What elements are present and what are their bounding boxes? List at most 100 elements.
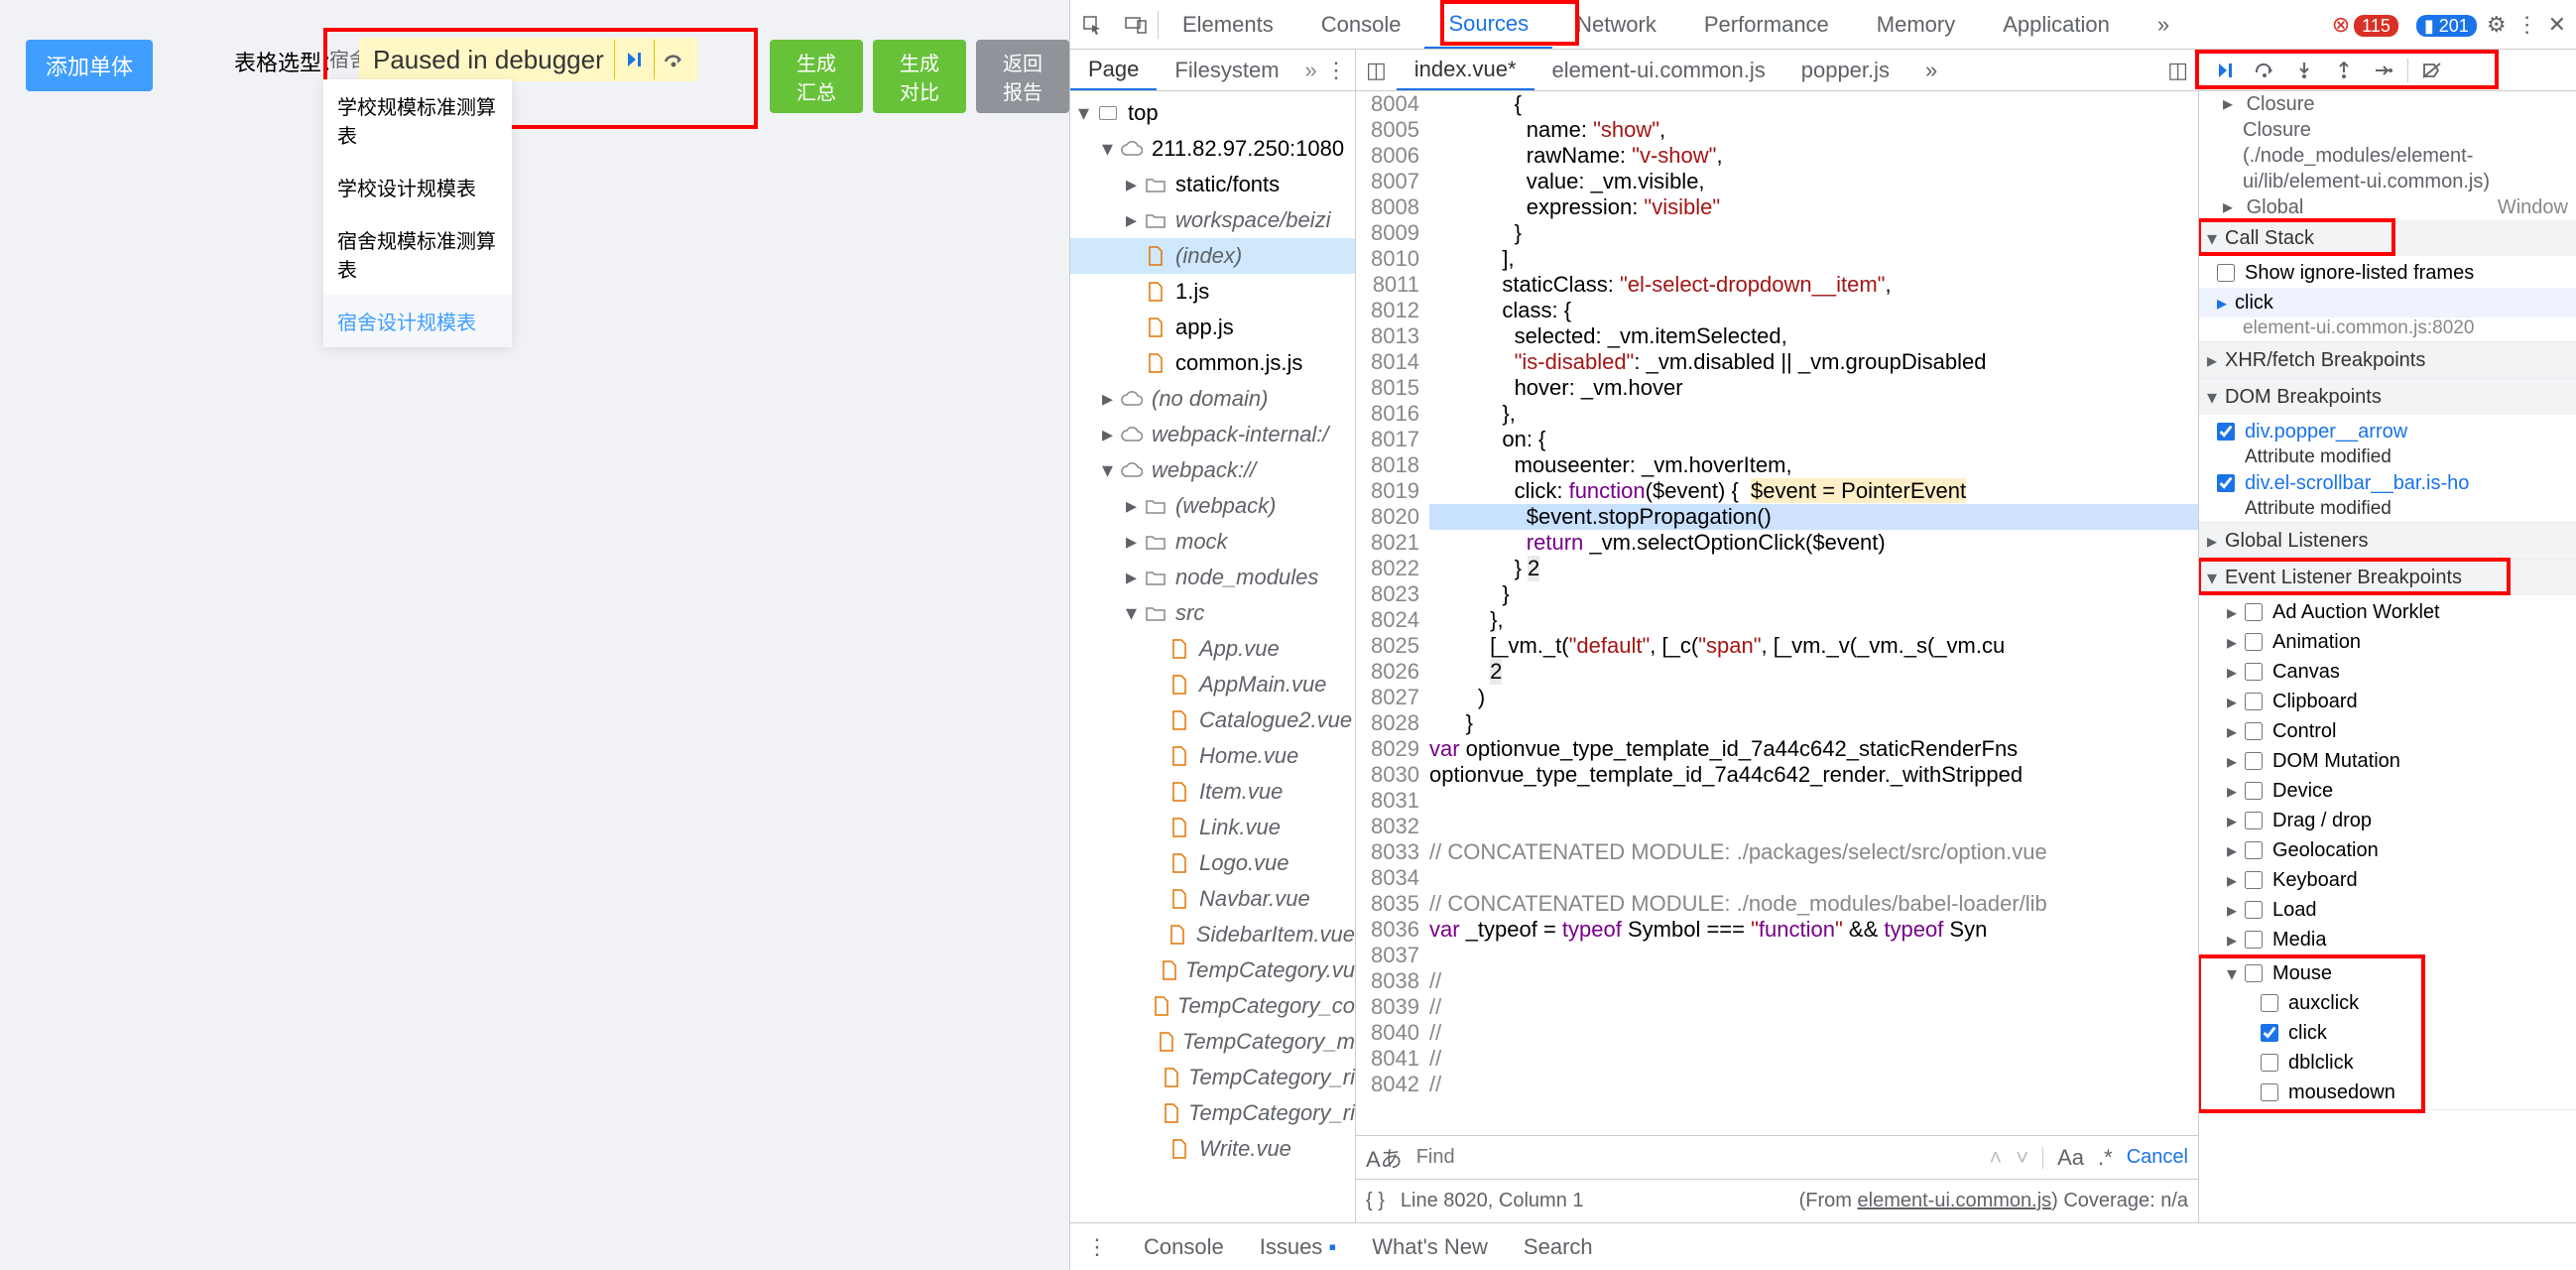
regex-toggle[interactable]: .* [2098, 1145, 2113, 1171]
mouse-event-item[interactable]: auxclick [2199, 988, 2576, 1018]
tree-item[interactable]: TempCategory_ri [1070, 1095, 1355, 1131]
dropdown-item-active[interactable]: 宿舍设计规模表 [323, 295, 512, 347]
callstack-frame[interactable]: ▸click [2199, 288, 2576, 318]
close-icon[interactable]: ✕ [2548, 12, 2566, 38]
drawer-console[interactable]: Console [1144, 1234, 1224, 1260]
mouse-cat-checkbox[interactable] [2245, 964, 2263, 982]
tree-item[interactable]: ▸(no domain) [1070, 381, 1355, 417]
resume-icon[interactable] [614, 40, 654, 79]
xhr-bp-header[interactable]: ▸XHR/fetch Breakpoints [2199, 342, 2576, 378]
mouse-event-item[interactable]: click [2199, 1018, 2576, 1048]
tree-item[interactable]: TempCategory_ri [1070, 1060, 1355, 1095]
tabs-more[interactable]: » [2134, 0, 2193, 49]
tree-item[interactable]: ▾src [1070, 595, 1355, 631]
info-badge[interactable]: ▮ 201 [2408, 12, 2477, 38]
tree-item[interactable]: Link.vue [1070, 810, 1355, 845]
dropdown-item[interactable]: 宿舍规模标准测算表 [323, 213, 512, 295]
tree-item[interactable]: ▸workspace/beizi [1070, 202, 1355, 238]
toggle-debug-icon[interactable]: ◫ [2157, 58, 2198, 83]
elb-category[interactable]: ▸Canvas [2199, 657, 2576, 687]
drawer-kebab-icon[interactable]: ⋮ [1086, 1234, 1108, 1260]
device-icon[interactable] [1114, 16, 1158, 34]
tree-item[interactable]: App.vue [1070, 631, 1355, 667]
nav-tab-page[interactable]: Page [1070, 50, 1157, 90]
elb-category[interactable]: ▸Keyboard [2199, 865, 2576, 895]
tree-item[interactable]: Logo.vue [1070, 845, 1355, 881]
tab-sources[interactable]: Sources [1424, 0, 1552, 49]
drawer-search[interactable]: Search [1524, 1234, 1593, 1260]
toggle-nav-icon[interactable]: ◫ [1356, 58, 1397, 83]
gen-compare-button[interactable]: 生成对比 [873, 40, 966, 113]
find-input[interactable] [1416, 1146, 1976, 1169]
gen-summary-button[interactable]: 生成汇总 [770, 40, 863, 113]
tree-item[interactable]: TempCategory.vu [1070, 952, 1355, 988]
gear-icon[interactable]: ⚙ [2487, 12, 2507, 38]
dom-bp-item[interactable]: div.popper__arrow [2199, 417, 2576, 446]
kebab-icon[interactable]: ⋮ [2516, 12, 2538, 38]
step-over-icon[interactable] [2245, 53, 2284, 88]
step-into-icon[interactable] [2284, 53, 2324, 88]
elb-category[interactable]: ▸DOM Mutation [2199, 746, 2576, 776]
elb-category[interactable]: ▸Load [2199, 895, 2576, 925]
file-tab[interactable]: element-ui.common.js [1534, 50, 1783, 90]
elb-category[interactable]: ▸Geolocation [2199, 835, 2576, 865]
tab-console[interactable]: Console [1297, 0, 1425, 49]
dropdown-item[interactable]: 学校设计规模表 [323, 161, 512, 213]
match-case-toggle[interactable]: Aa [2057, 1145, 2084, 1171]
tree-item[interactable]: (index) [1070, 238, 1355, 274]
tree-item[interactable]: ▾211.82.97.250:1080 [1070, 131, 1355, 167]
elb-category[interactable]: ▸Ad Auction Worklet [2199, 597, 2576, 627]
tree-item[interactable]: TempCategory_co [1070, 988, 1355, 1024]
tab-elements[interactable]: Elements [1159, 0, 1297, 49]
drawer-issues[interactable]: Issues ▪ [1260, 1234, 1337, 1260]
mouse-event-item[interactable]: mousedown [2199, 1078, 2576, 1107]
tree-item[interactable]: TempCategory_m [1070, 1024, 1355, 1060]
elb-category[interactable]: ▸Animation [2199, 627, 2576, 657]
deactivate-bp-icon[interactable] [2412, 53, 2452, 88]
tree-item[interactable]: Navbar.vue [1070, 881, 1355, 917]
step-icon[interactable] [2364, 53, 2403, 88]
code-editor[interactable]: 8004800580068007800880098010801180128013… [1356, 91, 2198, 1135]
event-listener-bp-header[interactable]: ▾Event Listener Breakpoints [2199, 560, 2576, 595]
dropdown-item[interactable]: 学校规模标准测算表 [323, 79, 512, 161]
back-button[interactable]: 返回报告 [976, 40, 1069, 113]
dom-bp-item[interactable]: div.el-scrollbar__bar.is-ho [2199, 468, 2576, 498]
tree-item[interactable]: SidebarItem.vue [1070, 917, 1355, 952]
tree-item[interactable]: ▸static/fonts [1070, 167, 1355, 202]
tree-item[interactable]: ▾webpack:// [1070, 452, 1355, 488]
tree-item[interactable]: ▸mock [1070, 524, 1355, 560]
find-cancel-button[interactable]: Cancel [2127, 1146, 2188, 1169]
tree-item[interactable]: 1.js [1070, 274, 1355, 310]
tree-item[interactable]: Home.vue [1070, 738, 1355, 774]
file-tab-active[interactable]: index.vue* [1397, 50, 1534, 90]
tree-item[interactable]: ▸(webpack) [1070, 488, 1355, 524]
drawer-whatsnew[interactable]: What's New [1372, 1234, 1488, 1260]
tree-item[interactable]: app.js [1070, 310, 1355, 345]
tab-performance[interactable]: Performance [1680, 0, 1853, 49]
find-prev-icon[interactable]: ˄ [1989, 1145, 2002, 1171]
source-link[interactable]: element-ui.common.js [1858, 1190, 2052, 1211]
tree-item[interactable]: ▸webpack-internal:/ [1070, 417, 1355, 452]
step-over-icon[interactable] [654, 40, 693, 79]
tree-item[interactable]: ▾top [1070, 95, 1355, 131]
nav-tab-filesystem[interactable]: Filesystem [1157, 50, 1296, 90]
elb-category[interactable]: ▸Media [2199, 925, 2576, 954]
tree-item[interactable]: Item.vue [1070, 774, 1355, 810]
tree-item[interactable]: ▸node_modules [1070, 560, 1355, 595]
add-button[interactable]: 添加单体 [26, 40, 153, 91]
tab-memory[interactable]: Memory [1853, 0, 1979, 49]
tree-item[interactable]: Write.vue [1070, 1131, 1355, 1167]
elb-category[interactable]: ▸Clipboard [2199, 687, 2576, 716]
find-next-icon[interactable]: ˅ [2016, 1145, 2028, 1171]
file-tabs-more[interactable]: » [1907, 50, 1955, 90]
file-tree[interactable]: ▾top▾211.82.97.250:1080▸static/fonts▸wor… [1070, 91, 1355, 1222]
elb-category[interactable]: ▸Control [2199, 716, 2576, 746]
elb-category[interactable]: ▸Drag / drop [2199, 806, 2576, 835]
error-badge[interactable]: ⊗115 [2332, 12, 2398, 38]
tree-item[interactable]: Catalogue2.vue [1070, 702, 1355, 738]
tree-item[interactable]: AppMain.vue [1070, 667, 1355, 702]
resume-icon[interactable] [2205, 53, 2245, 88]
step-out-icon[interactable] [2324, 53, 2364, 88]
inspect-icon[interactable] [1070, 15, 1114, 35]
dom-bp-header[interactable]: ▾DOM Breakpoints [2199, 379, 2576, 415]
